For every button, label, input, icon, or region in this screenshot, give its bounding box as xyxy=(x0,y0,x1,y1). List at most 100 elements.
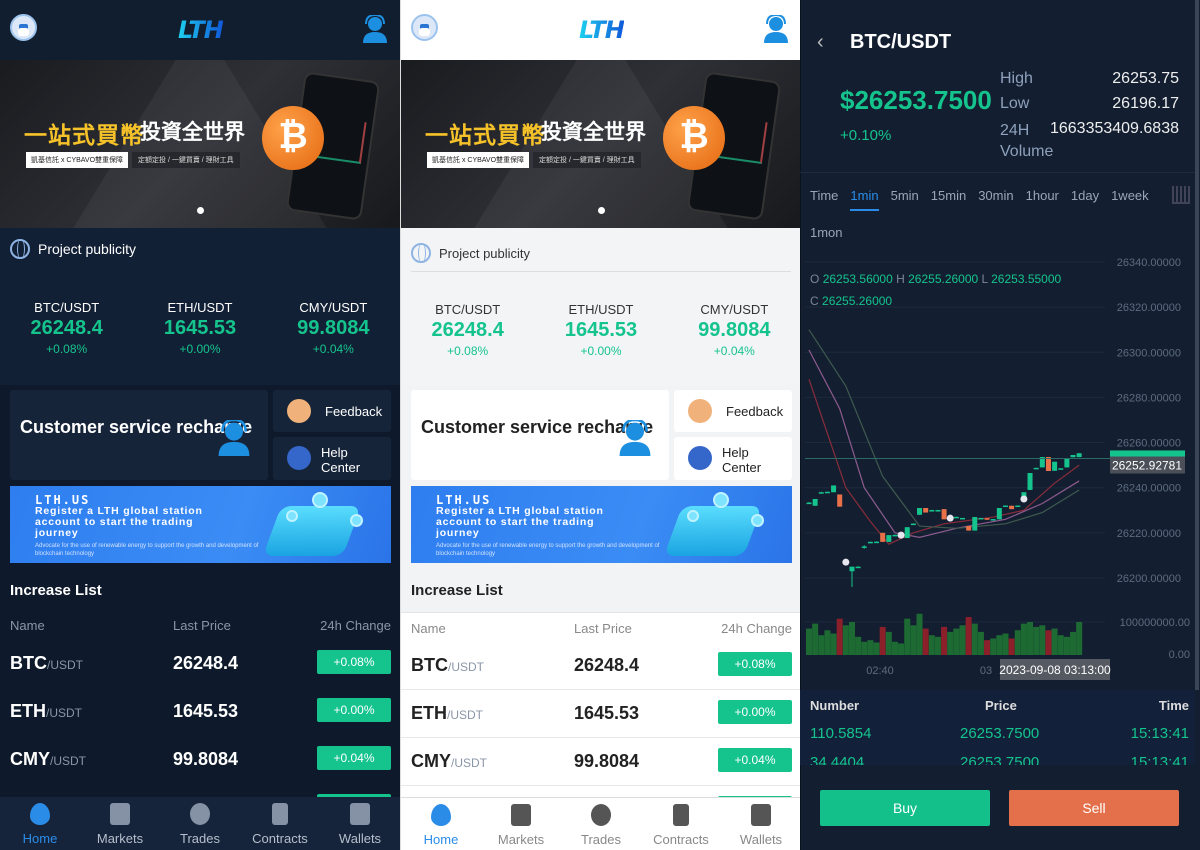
volume-bar xyxy=(1033,626,1040,655)
avatar[interactable] xyxy=(411,14,438,41)
trade-marker xyxy=(1020,495,1028,503)
change-badge: +0.04% xyxy=(718,748,792,772)
help-center-button[interactable]: Help Center xyxy=(273,437,391,480)
ticker-change: +0.04% xyxy=(312,342,354,356)
register-banner[interactable]: LTH.US Register a LTH global station acc… xyxy=(411,486,792,563)
promo-carousel[interactable]: 一站式買幣 投資全世界 凱基信託 x CYBAVO雙重保障 定額定投 / 一鍵買… xyxy=(401,60,800,228)
table-row[interactable]: ETH/USDT 1645.53 +0.00% xyxy=(0,688,400,736)
customer-service-icon[interactable] xyxy=(763,15,789,43)
interval-tab-15min[interactable]: 15min xyxy=(931,188,966,211)
volume-tick-label: 0.00 xyxy=(1169,649,1190,661)
volume-bar xyxy=(824,630,831,655)
carousel-dot[interactable] xyxy=(197,207,204,214)
customer-service-recharge-card[interactable]: Customer service recharge xyxy=(10,390,268,480)
promo-subtitle: Advocate for the use of renewable energy… xyxy=(436,543,660,557)
bitcoin-icon: ₿ xyxy=(262,106,324,170)
col-price: Price xyxy=(985,698,1017,713)
candle xyxy=(837,494,843,507)
table-row[interactable]: CMY/USDT 99.8084 +0.04% xyxy=(401,738,800,786)
nav-wallets[interactable]: Wallets xyxy=(320,797,400,850)
banner-tag-2: 定額定投 / 一鍵買賣 / 理財工具 xyxy=(132,152,240,168)
feedback-icon xyxy=(688,399,712,423)
interval-1mon[interactable]: 1mon xyxy=(810,225,843,240)
moving-average-line xyxy=(808,329,1080,529)
candlestick-chart[interactable]: 26340.00000 26320.00000 26300.00000 26280.0… xyxy=(800,250,1195,690)
volume-bar xyxy=(855,636,862,655)
volume-bar xyxy=(1002,633,1009,655)
project-publicity[interactable]: Project publicity xyxy=(411,243,791,272)
candle xyxy=(910,523,916,526)
feedback-button[interactable]: Feedback xyxy=(273,390,391,432)
bottom-nav: Home Markets Trades Contracts Wallets xyxy=(401,797,800,850)
nav-trades[interactable]: Trades xyxy=(160,797,240,850)
back-icon[interactable]: ‹ xyxy=(817,31,824,54)
candle xyxy=(849,566,855,572)
carousel-dot[interactable] xyxy=(598,207,605,214)
volume-bar xyxy=(879,626,886,655)
promo-title: Register a LTH global station account to… xyxy=(35,505,203,539)
volume-bar xyxy=(1045,630,1052,655)
ticker-eth[interactable]: ETH/USDT 1645.53 +0.00% xyxy=(133,300,266,356)
indicator-icon[interactable] xyxy=(1172,186,1190,204)
table-row[interactable]: BTC/USDT 26248.4 +0.08% xyxy=(401,642,800,690)
customer-service-recharge-card[interactable]: Customer service recharge xyxy=(411,390,669,480)
interval-tab-Time[interactable]: Time xyxy=(810,188,838,211)
buy-button[interactable]: Buy xyxy=(820,790,990,826)
interval-tab-1week[interactable]: 1week xyxy=(1111,188,1149,211)
candle xyxy=(867,541,873,544)
ticker-btc[interactable]: BTC/USDT 26248.4 +0.08% xyxy=(0,300,133,356)
y-tick-label: 26260.00000 xyxy=(1117,438,1181,450)
volume-bar xyxy=(812,623,819,655)
customer-service-icon xyxy=(218,420,250,456)
ticker-cmy[interactable]: CMY/USDT 99.8084 +0.04% xyxy=(267,300,400,356)
project-publicity[interactable]: Project publicity xyxy=(10,239,136,259)
ticker-strip: BTC/USDT 26248.4 +0.08% ETH/USDT 1645.53 +0.… xyxy=(0,300,400,356)
feedback-button[interactable]: Feedback xyxy=(674,390,792,432)
ticker-price: 26248.4 xyxy=(431,319,504,341)
register-banner[interactable]: LTH.US Register a LTH global station acc… xyxy=(10,486,391,563)
col-last-price: Last Price xyxy=(574,621,632,636)
trade-marker xyxy=(897,531,905,539)
candle xyxy=(824,491,830,494)
interval-tab-1min[interactable]: 1min xyxy=(850,188,879,211)
nav-contracts[interactable]: Contracts xyxy=(641,798,721,850)
volume-bar xyxy=(867,640,874,655)
high-label: High xyxy=(1000,70,1033,87)
table-row[interactable]: BTC/USDT 26248.4 +0.08% xyxy=(0,640,400,688)
table-row[interactable]: ETH/USDT 1645.53 +0.00% xyxy=(401,690,800,738)
interval-tab-1day[interactable]: 1day xyxy=(1071,188,1099,211)
globe-icon xyxy=(10,239,30,259)
nav-home[interactable]: Home xyxy=(401,798,481,850)
nav-markets[interactable]: Markets xyxy=(80,797,160,850)
candle xyxy=(1064,458,1070,468)
ticker-cmy[interactable]: CMY/USDT 99.8084 +0.04% xyxy=(668,302,800,358)
nav-contracts[interactable]: Contracts xyxy=(240,797,320,850)
scrollbar[interactable] xyxy=(1195,0,1199,690)
change-badge: +0.04% xyxy=(317,746,391,770)
nav-wallets[interactable]: Wallets xyxy=(721,798,800,850)
candle xyxy=(1045,457,1051,471)
candle xyxy=(874,541,880,544)
avatar[interactable] xyxy=(10,14,37,41)
promo-carousel[interactable]: 一站式買幣 投資全世界 凱基信託 x CYBAVO雙重保障 定額定投 / 一鍵買… xyxy=(0,60,400,228)
help-center-button[interactable]: Help Center xyxy=(674,437,792,480)
home-screen-light: LTH 一站式買幣 投資全世界 凱基信託 x CYBAVO雙重保障 定額定投 /… xyxy=(400,0,800,850)
ticker-pair: BTC/USDT xyxy=(435,302,501,317)
volume-bar xyxy=(965,617,972,655)
sell-button[interactable]: Sell xyxy=(1009,790,1179,826)
ticker-eth[interactable]: ETH/USDT 1645.53 +0.00% xyxy=(534,302,667,358)
banner-headline: 一站式買幣 xyxy=(425,123,545,149)
volume-tick-label: 100000000.00 xyxy=(1120,617,1190,629)
customer-service-icon xyxy=(619,420,651,456)
customer-service-icon[interactable] xyxy=(362,15,388,43)
ticker-btc[interactable]: BTC/USDT 26248.4 +0.08% xyxy=(401,302,534,358)
nav-home[interactable]: Home xyxy=(0,797,80,850)
nav-markets[interactable]: Markets xyxy=(481,798,561,850)
interval-tab-5min[interactable]: 5min xyxy=(891,188,919,211)
candle xyxy=(1052,461,1058,471)
interval-tab-30min[interactable]: 30min xyxy=(978,188,1013,211)
nav-trades[interactable]: Trades xyxy=(561,798,641,850)
interval-tab-1hour[interactable]: 1hour xyxy=(1026,188,1059,211)
change-badge: +0.00% xyxy=(718,700,792,724)
table-row[interactable]: CMY/USDT 99.8084 +0.04% xyxy=(0,736,400,784)
